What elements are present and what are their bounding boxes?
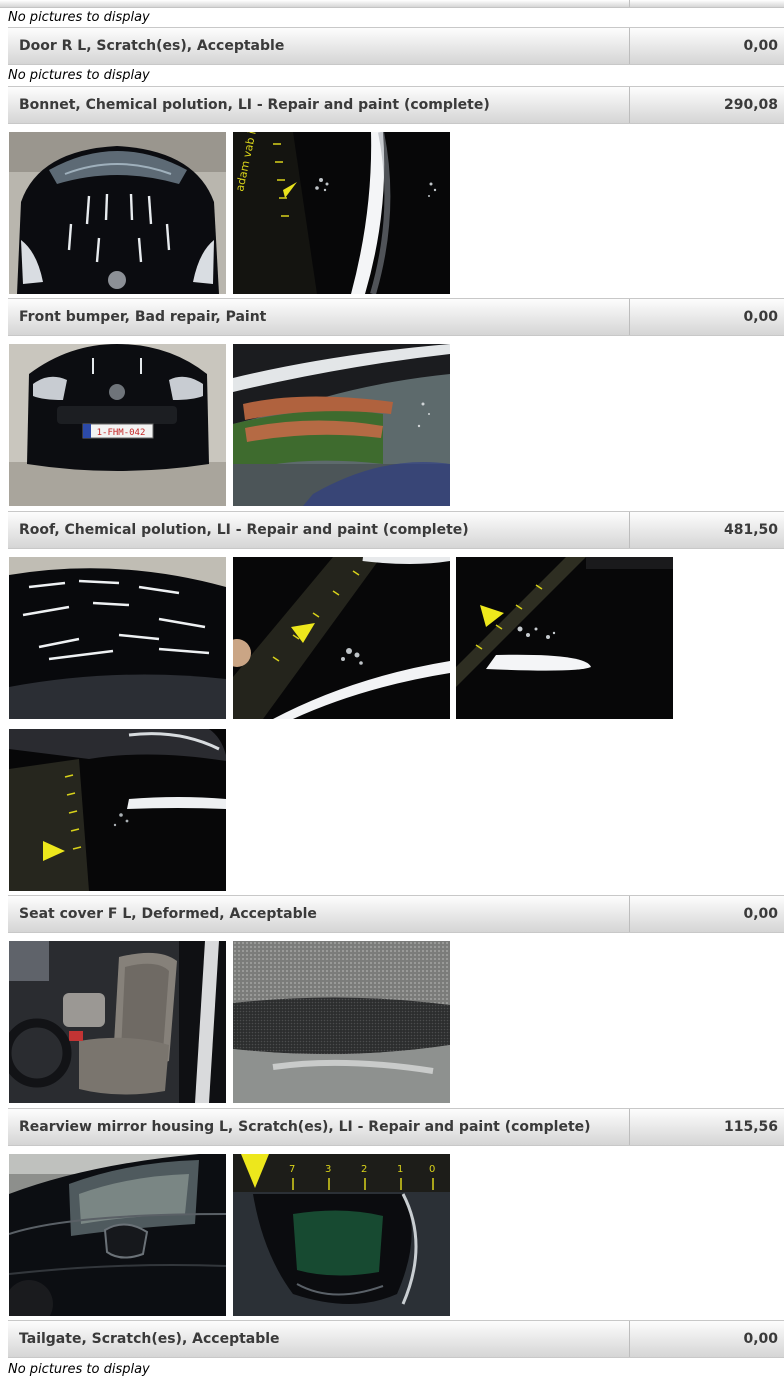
damage-amount: 0,00 (743, 906, 778, 922)
damage-description: Door R L, Scratch(es), Acceptable (19, 38, 285, 54)
hood-damage-closeup-photo[interactable]: adam vab inspectie (233, 132, 450, 294)
damage-row-seat-cover[interactable]: Seat cover F L, Deformed, Acceptable 0,0… (8, 895, 784, 933)
damage-row-door-rl[interactable]: Door R L, Scratch(es), Acceptable 0,00 (8, 27, 784, 65)
no-pictures-note: No pictures to display (8, 68, 150, 83)
damage-amount: 481,50 (723, 522, 778, 538)
damage-amount: 290,08 (723, 97, 778, 113)
damage-description: Roof, Chemical polution, LI - Repair and… (19, 522, 469, 538)
mirror-housing-photo[interactable] (9, 1154, 226, 1316)
damage-description: Rearview mirror housing L, Scratch(es), … (19, 1119, 591, 1135)
damage-description: Tailgate, Scratch(es), Acceptable (19, 1331, 280, 1347)
damage-description: Seat cover F L, Deformed, Acceptable (19, 906, 317, 922)
damage-row-roof[interactable]: Roof, Chemical polution, LI - Repair and… (8, 511, 784, 549)
damage-description: Front bumper, Bad repair, Paint (19, 309, 267, 325)
damage-row-bonnet[interactable]: Bonnet, Chemical polution, LI - Repair a… (8, 86, 784, 124)
no-pictures-note: No pictures to display (8, 1362, 150, 1377)
car-front-hood-photo[interactable] (9, 132, 226, 294)
damage-amount: 0,00 (743, 309, 778, 325)
damage-row-tailgate[interactable]: Tailgate, Scratch(es), Acceptable 0,00 (8, 1320, 784, 1358)
seat-cover-closeup-photo[interactable] (233, 941, 450, 1103)
svg-text:7: 7 (289, 1164, 295, 1175)
svg-text:0: 0 (429, 1164, 435, 1175)
mirror-scratch-closeup-photo[interactable]: 7 3 2 1 0 (233, 1154, 450, 1316)
roof-damage-closeup-photo-1[interactable] (233, 557, 450, 719)
roof-photo[interactable] (9, 557, 226, 719)
damage-row-mirror-housing[interactable]: Rearview mirror housing L, Scratch(es), … (8, 1108, 784, 1146)
license-plate-text: 1-FHM-042 (97, 428, 146, 438)
no-pictures-note: No pictures to display (8, 10, 150, 25)
svg-text:1: 1 (397, 1164, 403, 1175)
table-top-edge (0, 0, 784, 8)
bumper-reflection-closeup-photo[interactable] (233, 344, 450, 506)
damage-amount: 0,00 (743, 1331, 778, 1347)
damage-row-front-bumper[interactable]: Front bumper, Bad repair, Paint 0,00 (8, 298, 784, 336)
damage-amount: 115,56 (723, 1119, 778, 1135)
seat-front-left-photo[interactable] (9, 941, 226, 1103)
front-bumper-photo[interactable]: 1-FHM-042 (9, 344, 226, 506)
damage-amount: 0,00 (743, 38, 778, 54)
roof-damage-closeup-photo-2[interactable] (456, 557, 673, 719)
damage-description: Bonnet, Chemical polution, LI - Repair a… (19, 97, 490, 113)
roof-damage-closeup-photo-3[interactable] (9, 729, 226, 891)
svg-text:3: 3 (325, 1164, 331, 1175)
svg-text:2: 2 (361, 1164, 367, 1175)
